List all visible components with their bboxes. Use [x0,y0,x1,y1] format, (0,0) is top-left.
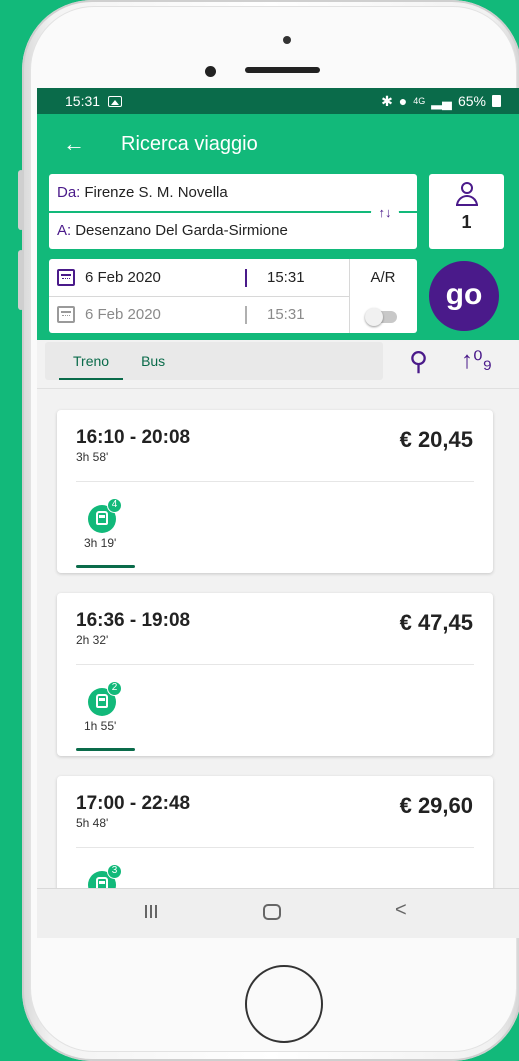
status-bar: 15:31 ✱ ● 4G ▂▄ 65% [37,88,519,114]
app-screen: 15:31 ✱ ● 4G ▂▄ 65% ← Ricerca viaggio Da… [37,88,519,938]
app-bar: ← Ricerca viaggio [37,114,519,174]
recent-apps-icon[interactable] [145,905,159,919]
segment-duration: 3h 19' [84,536,117,550]
battery-icon [492,95,501,107]
return-time: 15:31 [267,306,305,323]
front-camera [283,36,291,44]
result-price: € 47,45 [399,610,473,635]
sort-icon[interactable]: ↑⁰₉ [461,346,492,375]
outbound-date-field[interactable]: 6 Feb 2020 15:31 [49,259,349,296]
person-icon [455,182,478,208]
location-icon: ● [398,93,408,109]
swap-icon[interactable]: ↑↓ [371,199,399,227]
result-times: 17:00 - 22:48 [76,793,191,814]
search-header: ← Ricerca viaggio Da: Firenze S. M. Nove… [37,114,519,340]
result-divider [76,664,474,665]
transport-tabs: Treno Bus [45,342,383,380]
passenger-count: 1 [461,212,472,232]
passengers-button[interactable]: 1 [429,174,504,249]
gallery-notification-icon [108,95,123,107]
android-nav-bar: < [37,888,519,938]
return-calendar-icon [57,306,75,323]
to-value: Desenzano Del Garda-Sirmione [75,222,288,239]
to-field[interactable]: A: Desenzano Del Garda-Sirmione [49,212,417,249]
from-label: Da: [57,184,81,201]
segment-duration: 1h 55' [84,719,117,733]
home-button[interactable] [245,965,323,1043]
round-trip-toggle[interactable] [365,308,397,326]
network-label: 4G [413,96,426,106]
result-price: € 20,45 [399,427,473,452]
volume-button-2 [18,250,24,310]
result-card[interactable]: 16:36 - 19:08 2h 32' € 47,45 2 1h 55' [57,593,493,756]
bluetooth-icon: ✱ [381,92,393,109]
status-time: 15:31 [65,93,101,109]
round-trip-label: A/R [370,269,396,286]
earpiece-speaker [245,67,320,73]
result-duration: 3h 58' [76,450,109,464]
changes-badge: 4 [107,498,122,513]
signal-icon: ▂▄ [431,92,452,109]
result-divider [76,847,474,848]
date-card: 6 Feb 2020 15:31 6 Feb 2020 15:31 A/R [49,259,417,333]
route-card: Da: Firenze S. M. Novella A: Desenzano D… [49,174,417,249]
date-separator [245,268,247,287]
home-nav-icon[interactable] [263,904,281,920]
to-label: A: [57,222,72,239]
battery-percent: 65% [457,93,486,109]
from-field[interactable]: Da: Firenze S. M. Novella [49,174,417,211]
changes-badge: 2 [107,681,122,696]
outbound-date: 6 Feb 2020 [85,269,161,286]
result-divider [76,481,474,482]
outbound-time: 15:31 [267,269,305,286]
transport-tabbar: Treno Bus ⚲ ↑⁰₉ [37,340,519,392]
tab-divider [37,388,519,389]
segment-bar [76,748,135,751]
tab-treno[interactable]: Treno [59,342,124,380]
proximity-sensor [205,66,216,77]
return-date-separator [245,305,247,324]
page-title: Ricerca viaggio [121,132,258,155]
segment-bar [76,565,135,568]
filter-icon[interactable]: ⚲ [409,346,428,377]
return-date-field[interactable]: 6 Feb 2020 15:31 [49,296,349,333]
go-button[interactable]: go [429,261,499,331]
result-duration: 2h 32' [76,633,109,647]
back-arrow-icon[interactable]: ← [63,131,103,157]
route-divider [49,211,417,213]
result-times: 16:10 - 20:08 [76,427,191,448]
result-duration: 5h 48' [76,816,109,830]
volume-button [18,170,24,230]
changes-badge: 3 [107,864,122,879]
back-nav-icon[interactable]: < [395,899,407,922]
tab-bus[interactable]: Bus [127,342,179,380]
result-price: € 29,60 [399,793,473,818]
result-card[interactable]: 16:10 - 20:08 3h 58' € 20,45 4 3h 19' [57,410,493,573]
return-date: 6 Feb 2020 [85,306,161,323]
from-value: Firenze S. M. Novella [84,184,228,201]
calendar-icon [57,269,75,286]
result-times: 16:36 - 19:08 [76,610,191,631]
